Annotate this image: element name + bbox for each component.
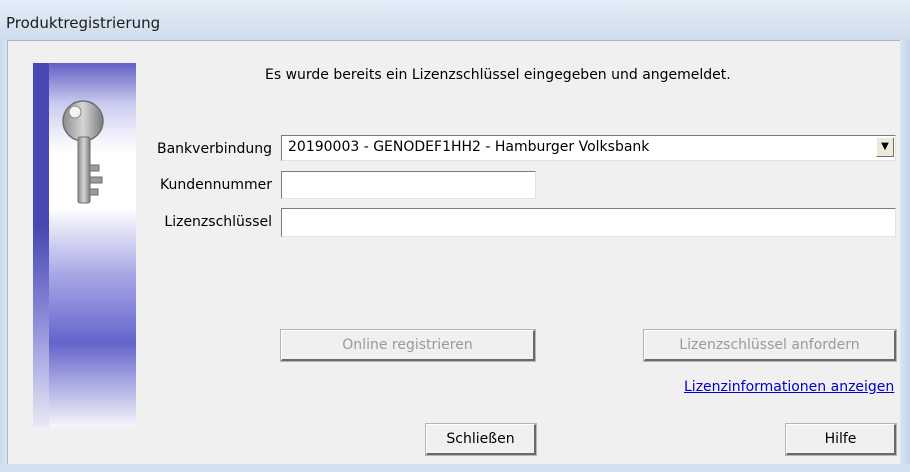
customer-number-label: Kundennummer [160, 177, 272, 193]
request-license-button[interactable]: Lizenzschlüssel anfordern [643, 329, 897, 362]
title-bar[interactable]: Produktregistrierung [0, 0, 910, 40]
dialog-body: Es wurde bereits ein Lizenzschlüssel ein… [7, 40, 900, 464]
window-title: Produktregistrierung [6, 14, 161, 32]
key-icon [62, 100, 104, 204]
online-register-button[interactable]: Online registrieren [280, 329, 536, 362]
info-message: Es wurde bereits ein Lizenzschlüssel ein… [265, 67, 731, 83]
help-button[interactable]: Hilfe [785, 423, 897, 456]
chevron-down-icon[interactable]: ▼ [876, 137, 894, 157]
customer-number-input[interactable] [281, 171, 536, 199]
license-key-label: Lizenzschlüssel [164, 214, 272, 230]
close-button[interactable]: Schließen [425, 423, 537, 456]
window-frame-bottom [0, 464, 910, 472]
window-frame-left [0, 40, 7, 472]
sidebar-banner [33, 63, 136, 427]
bank-select[interactable]: 20190003 - GENODEF1HH2 - Hamburger Volks… [281, 135, 896, 161]
request-license-label: Lizenzschlüssel anfordern [679, 337, 860, 353]
help-button-label: Hilfe [824, 431, 857, 447]
bank-label: Bankverbindung [157, 141, 272, 157]
bank-select-value: 20190003 - GENODEF1HH2 - Hamburger Volks… [288, 139, 650, 155]
online-register-label: Online registrieren [342, 337, 473, 353]
license-info-link[interactable]: Lizenzinformationen anzeigen [684, 379, 894, 395]
license-key-input[interactable] [281, 208, 896, 237]
window-frame-right [900, 40, 910, 472]
sidebar-band [33, 63, 49, 427]
close-button-label: Schließen [446, 431, 515, 447]
